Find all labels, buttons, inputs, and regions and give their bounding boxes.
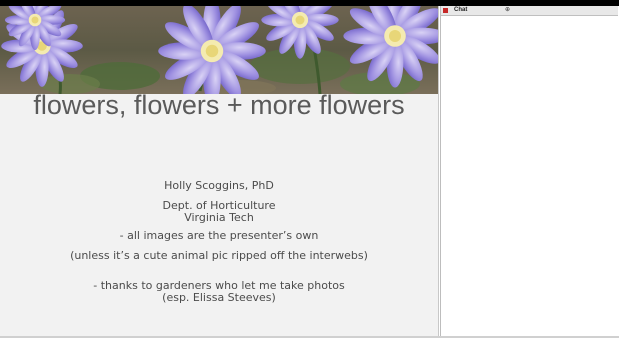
institution-name: Virginia Tech (184, 211, 254, 224)
pin-icon[interactable]: ⊕ (505, 6, 510, 15)
flower-banner-image (0, 6, 438, 94)
chat-header: Chat ⊕ (441, 6, 618, 16)
note-images: - all images are the presenter’s own (119, 229, 319, 242)
note-animal-pic: (unless it’s a cute animal pic ripped of… (70, 249, 368, 262)
presenter-name: Holly Scoggins, PhD (164, 179, 274, 192)
slide-body: Holly Scoggins, PhD Dept. of Horticultur… (0, 180, 438, 304)
presentation-slide: flowers, flowers + more flowers Holly Sc… (0, 6, 439, 336)
chat-title: Chat (454, 7, 468, 13)
chat-panel: Chat ⊕ (440, 6, 618, 336)
note-thanks-name: (esp. Elissa Steeves) (162, 291, 276, 304)
close-icon[interactable] (443, 8, 448, 13)
slide-title: flowers, flowers + more flowers (33, 90, 405, 120)
